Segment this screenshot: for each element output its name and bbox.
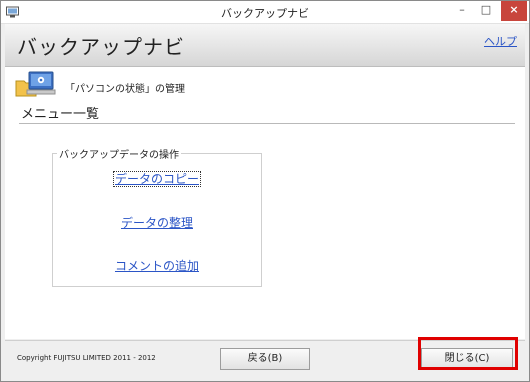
app-title: バックアップナビ [17,35,185,59]
maximize-button[interactable]: □ [473,1,499,21]
close-window-button[interactable]: × [501,1,527,21]
app-window: バックアップナビ – □ × バックアップナビ ヘルプ 「パソコンの状態」の管理… [0,0,530,382]
copy-data-link-label: データのコピー [112,171,202,187]
minimize-button[interactable]: – [449,1,475,21]
menu-heading: メニュー一覧 [21,107,100,122]
group-title: バックアップデータの操作 [57,146,181,161]
title-bar: バックアップナビ – □ × [1,1,529,24]
back-button[interactable]: 戻る(B) [220,348,310,370]
organize-data-link[interactable]: データの整理 [52,214,262,231]
main-content: 「パソコンの状態」の管理 メニュー一覧 バックアップデータの操作 データのコピー… [5,67,525,339]
copyright-text: Copyright FUJITSU LIMITED 2011 - 2012 [17,354,156,362]
heading-divider [19,123,515,124]
add-comment-link-label: コメントの追加 [114,259,199,273]
copy-data-link[interactable]: データのコピー [52,170,262,187]
add-comment-link[interactable]: コメントの追加 [52,257,262,274]
pc-status-icon [15,71,56,97]
help-link[interactable]: ヘルプ [484,33,517,49]
section-caption: 「パソコンの状態」の管理 [65,84,185,95]
close-button-highlight [418,337,518,370]
app-header: バックアップナビ ヘルプ [5,24,525,67]
organize-data-link-label: データの整理 [120,216,193,230]
